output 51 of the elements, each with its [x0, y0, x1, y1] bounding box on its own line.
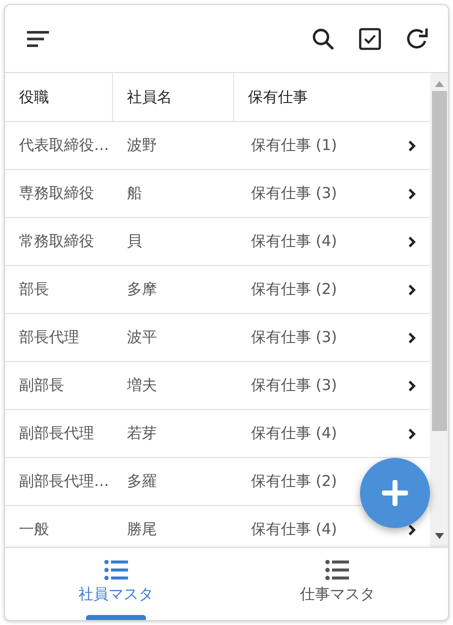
table-cell-text: 副部長代理	[18, 423, 95, 444]
table-cell: 保有仕事 (3)	[251, 184, 338, 203]
chevron-right-icon[interactable]	[408, 188, 416, 200]
table-cell: 保有仕事 (4)	[251, 520, 338, 539]
nav-tab[interactable]: 社員マスタ	[5, 548, 226, 620]
table-cell-text: 貝	[126, 231, 143, 252]
table-cell: 保有仕事 (2)	[251, 472, 338, 491]
table-cell-text: 部長代理	[18, 327, 80, 348]
column-header[interactable]: 保有仕事	[234, 73, 430, 121]
table-cell: 保有仕事 (3)	[251, 328, 338, 347]
table-cell: 保有仕事 (3)	[251, 376, 338, 395]
list-icon	[325, 560, 350, 580]
chevron-right-icon[interactable]	[408, 428, 416, 440]
table-cell-text: 部長	[18, 279, 50, 300]
table-cell-text: 副部長代理…	[18, 471, 110, 492]
table-cell-text: 代表取締役…	[18, 135, 110, 156]
table-cell-text: 若芽	[126, 423, 158, 444]
scrollbar-thumb[interactable]	[432, 91, 446, 431]
scroll-down-icon[interactable]	[434, 533, 444, 539]
chevron-right-icon[interactable]	[408, 380, 416, 392]
nav-tab[interactable]: 仕事マスタ	[226, 548, 448, 620]
table-cell-text: 多摩	[126, 279, 158, 300]
search-icon	[311, 26, 335, 50]
table-cell-text: 一般	[18, 519, 50, 540]
table-cell-text: 多羅	[126, 471, 158, 492]
chevron-right-icon[interactable]	[408, 332, 416, 344]
scrollbar[interactable]	[430, 73, 448, 547]
chevron-right-icon[interactable]	[408, 524, 416, 536]
chevron-right-icon[interactable]	[408, 236, 416, 248]
table-cell-text: 波野	[126, 135, 158, 156]
sort-icon	[27, 30, 49, 46]
table-cell: 保有仕事 (4)	[251, 424, 338, 443]
table-cell-text: 船	[126, 183, 143, 204]
list-icon	[104, 560, 128, 580]
chevron-right-icon[interactable]	[408, 140, 416, 152]
table-cell-text: 増夫	[126, 375, 158, 396]
checkbox-icon	[359, 28, 381, 50]
chevron-right-icon[interactable]	[408, 284, 416, 296]
table-cell: 保有仕事 (2)	[251, 280, 338, 299]
table-cell: 保有仕事 (1)	[251, 136, 338, 155]
table-cell: 保有仕事 (4)	[251, 232, 338, 251]
table-cell-text: 波平	[126, 327, 158, 348]
table-cell-text: 専務取締役	[18, 183, 95, 204]
tab-indicator	[86, 615, 146, 620]
column-header[interactable]: 役職	[5, 73, 113, 121]
table-cell-text: 勝尾	[126, 519, 158, 540]
table-cell-text: 副部長	[18, 375, 65, 396]
column-header[interactable]: 社員名	[113, 73, 234, 121]
plus-icon	[382, 480, 408, 506]
refresh-icon	[405, 26, 430, 50]
table-cell-text: 常務取締役	[18, 231, 95, 252]
